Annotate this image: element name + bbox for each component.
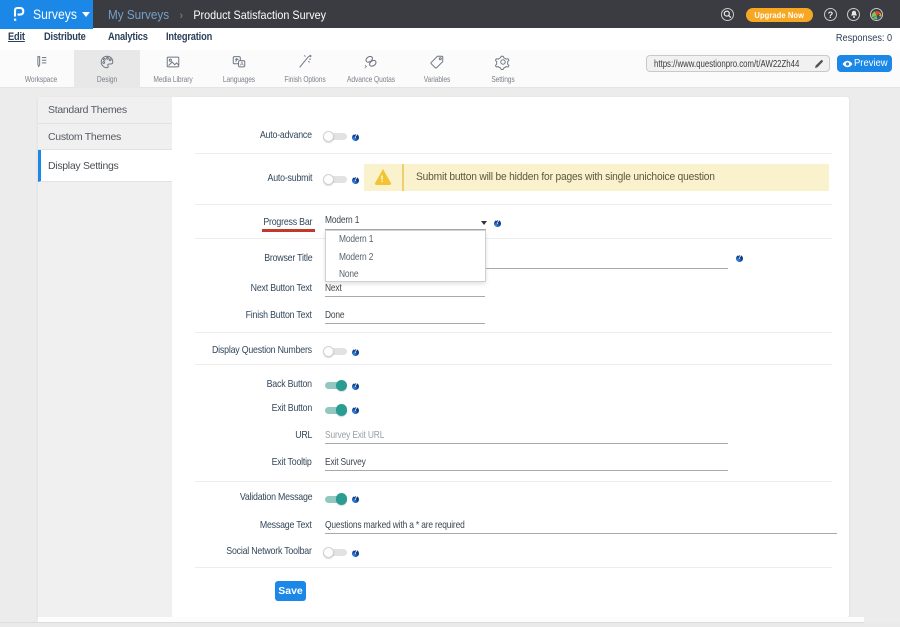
svg-text:A: A (240, 61, 244, 67)
